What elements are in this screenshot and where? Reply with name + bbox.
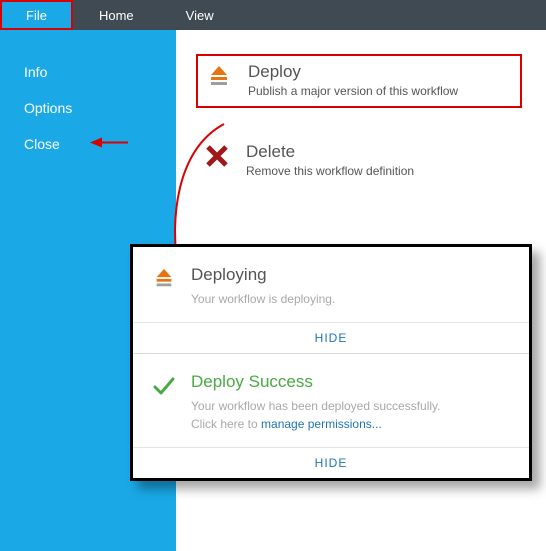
success-desc: Your workflow has been deployed successf…	[191, 398, 451, 433]
tab-view[interactable]: View	[160, 0, 240, 30]
sidebar-item-info[interactable]: Info	[0, 54, 176, 90]
sidebar-item-options[interactable]: Options	[0, 90, 176, 126]
sidebar-item-close[interactable]: Close	[0, 126, 176, 162]
success-title: Deploy Success	[191, 372, 451, 392]
action-deploy-title: Deploy	[248, 62, 458, 82]
action-delete[interactable]: Delete Remove this workflow definition	[196, 136, 522, 186]
deploying-title: Deploying	[191, 265, 335, 285]
deploy-upload-icon	[204, 62, 234, 98]
tab-home[interactable]: Home	[73, 0, 160, 30]
deploy-upload-icon	[151, 265, 177, 308]
tab-bar: File Home View	[0, 0, 546, 30]
success-check-icon	[151, 372, 177, 433]
delete-x-icon	[202, 142, 232, 178]
action-deploy-subtitle: Publish a major version of this workflow	[248, 84, 458, 98]
manage-permissions-link[interactable]: manage permissions...	[261, 417, 382, 431]
action-deploy[interactable]: Deploy Publish a major version of this w…	[196, 54, 522, 108]
deploying-desc: Your workflow is deploying.	[191, 291, 335, 308]
sidebar-item-label: Close	[24, 136, 60, 152]
action-delete-title: Delete	[246, 142, 414, 162]
tab-file[interactable]: File	[0, 0, 73, 30]
deploying-hide-button[interactable]: HIDE	[133, 322, 529, 353]
deploy-status-dialog: Deploying Your workflow is deploying. HI…	[130, 244, 532, 481]
annotation-arrow-icon	[90, 136, 128, 153]
success-hide-button[interactable]: HIDE	[133, 447, 529, 478]
action-delete-subtitle: Remove this workflow definition	[246, 164, 414, 178]
